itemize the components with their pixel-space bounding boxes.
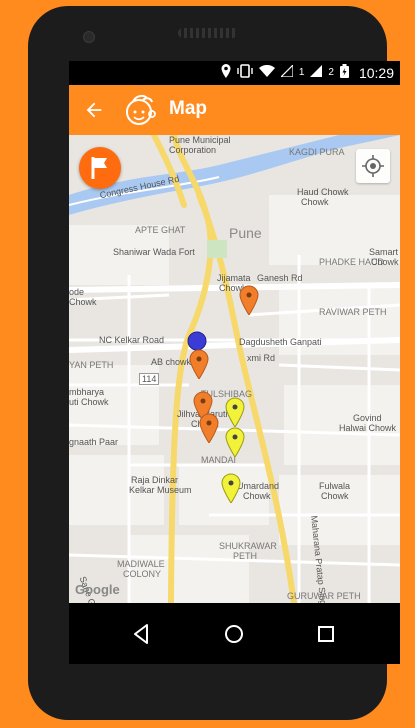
- google-logo: Google: [75, 582, 120, 597]
- label-samart: Samart: [369, 247, 399, 257]
- arrow-left-icon[interactable]: [83, 99, 105, 121]
- label-shukrawar-1: SHUKRAWAR: [219, 541, 277, 551]
- location-status-icon: [221, 64, 231, 81]
- label-route-114: 114: [139, 373, 160, 385]
- label-govind-2: Halwai Chowk: [339, 423, 397, 433]
- app-toolbar: Map: [69, 85, 400, 135]
- label-raja-1: Raja Dinkar: [131, 475, 179, 485]
- label-haud-chowk-1: Haud Chowk: [297, 187, 349, 197]
- label-ode-2: Chowk: [69, 297, 97, 307]
- system-nav-bar: [69, 603, 400, 664]
- label-shukrawar-2: PETH: [233, 551, 258, 561]
- map-pin-orange[interactable]: [189, 349, 209, 379]
- map-view[interactable]: Pune Municipal Corporation KAGDI PURA Co…: [69, 135, 400, 603]
- label-fulwala-2: Chowk: [321, 491, 349, 501]
- label-chowk-right: Chowk: [371, 257, 399, 267]
- phone-frame: 1 2 10:29 Map Pune Municipal Corporation…: [28, 6, 400, 720]
- map-pin-orange[interactable]: [199, 413, 219, 443]
- label-kagdi-pura: KAGDI PURA: [289, 147, 345, 157]
- label-madiwale-1: MADIWALE: [117, 559, 165, 569]
- sim1-label: 1: [298, 67, 305, 78]
- front-camera: [83, 31, 95, 43]
- map-pin-orange[interactable]: [239, 285, 259, 315]
- label-yan-peth: YAN PETH: [69, 360, 114, 370]
- label-guruwar-peth: GURUWAR PETH: [287, 591, 361, 601]
- map-pin-yellow[interactable]: [221, 473, 241, 503]
- map-pin-yellow[interactable]: [225, 397, 245, 427]
- label-pmc: Pune Municipal: [169, 135, 231, 145]
- label-raviwar-peth: RAVIWAR PETH: [319, 307, 387, 317]
- child-face-logo-icon: [123, 92, 159, 128]
- label-bhavani-1: mbharya: [69, 387, 105, 397]
- label-apte-ghat: APTE GHAT: [135, 225, 186, 235]
- sim2-label: 2: [328, 67, 334, 78]
- square-recents-icon[interactable]: [311, 619, 341, 649]
- label-dagdusheth: Dagdusheth Ganpati: [239, 337, 322, 347]
- flag-icon[interactable]: [79, 147, 121, 189]
- label-govind-1: Govind: [353, 413, 382, 423]
- signal-icon-sim1: [279, 63, 294, 80]
- label-ab-chowk: AB chowk: [151, 357, 192, 367]
- label-madiwale-2: COLONY: [123, 569, 162, 579]
- label-raja-2: Kelkar Museum: [129, 485, 192, 495]
- my-location-icon[interactable]: [356, 149, 390, 183]
- earpiece-speaker: [178, 28, 238, 38]
- label-pune: Pune: [229, 225, 262, 241]
- label-jijamata-1: Jijamata: [217, 273, 251, 283]
- label-shaniwar-wada: Shaniwar Wada Fort: [113, 247, 195, 257]
- label-umardand-1: Umardand: [237, 481, 280, 491]
- label-fulwala-1: Fulwala: [319, 481, 351, 491]
- battery-charging-icon: [339, 64, 349, 81]
- label-nc-kelkar: NC Kelkar Road: [99, 335, 165, 345]
- triangle-back-icon[interactable]: [127, 619, 157, 649]
- label-gnaath: gnaath Paar: [69, 437, 119, 447]
- label-bhavani-2: uti Chowk: [69, 397, 109, 407]
- vibrate-icon: [237, 64, 253, 81]
- circle-home-icon[interactable]: [219, 619, 249, 649]
- wifi-icon: [258, 64, 275, 80]
- page-title: Map: [169, 98, 207, 119]
- label-haud-chowk-2: Chowk: [301, 197, 329, 207]
- label-umardand-2: Chowk: [243, 491, 271, 501]
- map-canvas: [69, 135, 400, 603]
- device-screen: 1 2 10:29 Map Pune Municipal Corporation…: [69, 61, 400, 664]
- signal-icon-sim2: [310, 65, 323, 80]
- status-bar: 1 2 10:29: [69, 61, 400, 85]
- map-pin-yellow[interactable]: [225, 427, 245, 457]
- label-ode-1: ode: [69, 287, 85, 297]
- label-corporation: Corporation: [169, 145, 217, 155]
- label-laxmi-rd: xmi Rd: [247, 353, 276, 363]
- status-clock: 10:29: [358, 64, 394, 81]
- label-ganesh-rd: Ganesh Rd: [257, 273, 303, 283]
